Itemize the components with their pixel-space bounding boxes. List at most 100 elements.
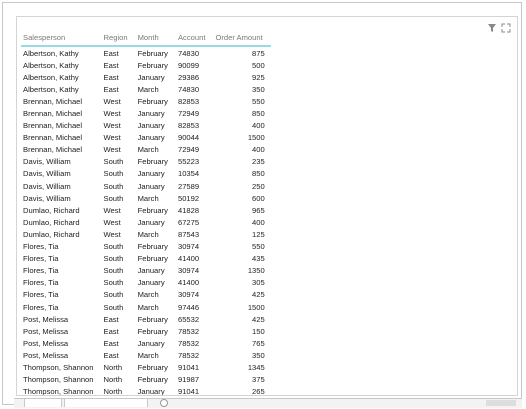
salesperson-cell: Brennan, Michael <box>23 145 83 155</box>
table-row[interactable]: Flores, Tia South February 41400 435 <box>21 253 271 265</box>
table-row[interactable]: Flores, Tia South January 41400 305 <box>21 277 271 289</box>
region-cell: North <box>103 375 123 385</box>
account-cell: 91041 <box>177 387 200 395</box>
table-row[interactable]: Brennan, Michael West March 72949 400 <box>21 144 271 156</box>
order-amount-cell: 1500 <box>247 302 265 312</box>
account-cell: 67275 <box>177 217 200 227</box>
month-cell: January <box>137 109 165 119</box>
column-header-salesperson[interactable]: Salesperson <box>21 29 102 47</box>
order-amount-cell: 550 <box>252 242 265 252</box>
table-row[interactable]: Albertson, Kathy East February 74830 875 <box>21 46 271 59</box>
month-cell: February <box>137 326 168 336</box>
salesperson-cell: Brennan, Michael <box>23 96 83 106</box>
table-row[interactable]: Brennan, Michael West January 90044 1500 <box>21 132 271 144</box>
order-amount-cell: 425 <box>252 290 265 300</box>
column-header-month[interactable]: Month <box>135 29 176 47</box>
table-row[interactable]: Post, Melissa East January 78532 765 <box>21 337 271 349</box>
region-cell: West <box>103 145 121 155</box>
region-cell: East <box>103 60 119 70</box>
region-cell: East <box>103 84 119 94</box>
region-cell: South <box>103 278 124 288</box>
salesperson-cell: Thompson, Shannon <box>23 387 94 395</box>
table-row[interactable]: Flores, Tia South January 30974 1350 <box>21 265 271 277</box>
region-cell: East <box>103 72 119 82</box>
region-cell: East <box>103 338 119 348</box>
month-cell: February <box>137 242 168 252</box>
account-cell: 65532 <box>177 314 200 324</box>
salesperson-cell: Albertson, Kathy <box>23 48 79 58</box>
page-tab[interactable] <box>24 399 62 407</box>
salesperson-cell: Flores, Tia <box>23 302 59 312</box>
tabs-scrollbar[interactable] <box>486 400 516 406</box>
order-amount-cell: 235 <box>252 157 265 167</box>
table-header-row: Salesperson Region Month Account Order Amoun… <box>21 29 271 47</box>
month-cell: March <box>137 84 159 94</box>
table-row[interactable]: Albertson, Kathy East February 90099 500 <box>21 59 271 71</box>
table-row[interactable]: Dumlao, Richard West January 67275 400 <box>21 216 271 228</box>
add-page-icon[interactable] <box>160 399 168 407</box>
account-cell: 10354 <box>177 169 200 179</box>
table-row[interactable]: Flores, Tia South February 30974 550 <box>21 241 271 253</box>
account-cell: 87543 <box>177 229 200 239</box>
region-cell: East <box>103 314 119 324</box>
table-row[interactable]: Davis, William South January 10354 850 <box>21 168 271 180</box>
salesperson-cell: Flores, Tia <box>23 290 59 300</box>
region-cell: South <box>103 254 124 264</box>
account-cell: 41400 <box>177 278 200 288</box>
order-amount-cell: 1500 <box>247 133 265 143</box>
account-cell: 30974 <box>177 266 200 276</box>
table-row[interactable]: Brennan, Michael West January 82853 400 <box>21 120 271 132</box>
table-visual[interactable]: Salesperson Region Month Account Order Amoun… <box>16 16 518 396</box>
region-cell: South <box>103 157 124 167</box>
order-amount-cell: 400 <box>252 217 265 227</box>
month-cell: March <box>137 193 159 203</box>
table-row[interactable]: Albertson, Kathy East March 74830 350 <box>21 83 271 95</box>
table-row[interactable]: Dumlao, Richard West March 87543 125 <box>21 228 271 240</box>
region-cell: South <box>103 290 124 300</box>
month-cell: February <box>137 205 168 215</box>
month-cell: February <box>137 254 168 264</box>
page-tabs-bar <box>14 398 522 408</box>
table-row[interactable]: Post, Melissa East February 65532 425 <box>21 313 271 325</box>
table-row[interactable]: Flores, Tia South March 97446 1500 <box>21 301 271 313</box>
salesperson-cell: Flores, Tia <box>23 278 59 288</box>
account-cell: 82853 <box>177 121 200 131</box>
account-cell: 27589 <box>177 181 200 191</box>
salesperson-cell: Thompson, Shannon <box>23 375 94 385</box>
table-row[interactable]: Davis, William South January 27589 250 <box>21 180 271 192</box>
salesperson-cell: Flores, Tia <box>23 242 59 252</box>
table-row[interactable]: Flores, Tia South March 30974 425 <box>21 289 271 301</box>
salesperson-cell: Davis, William <box>23 193 71 203</box>
table-row[interactable]: Thompson, Shannon North January 91041 265 <box>21 386 271 395</box>
month-cell: March <box>137 302 159 312</box>
month-cell: January <box>137 169 165 179</box>
table-row[interactable]: Albertson, Kathy East January 29386 925 <box>21 71 271 83</box>
table-row[interactable]: Thompson, Shannon North February 91041 1345 <box>21 361 271 373</box>
table-row[interactable]: Post, Melissa East March 78532 350 <box>21 349 271 361</box>
month-cell: February <box>137 157 168 167</box>
table-container[interactable]: Salesperson Region Month Account Order Amoun… <box>21 29 517 395</box>
table-row[interactable]: Dumlao, Richard West February 41828 965 <box>21 204 271 216</box>
account-cell: 91041 <box>177 362 200 372</box>
account-cell: 78532 <box>177 326 200 336</box>
month-cell: January <box>137 133 165 143</box>
salesperson-cell: Flores, Tia <box>23 266 59 276</box>
page-tab[interactable] <box>64 399 148 407</box>
table-row[interactable]: Post, Melissa East February 78532 150 <box>21 325 271 337</box>
order-amount-cell: 850 <box>252 169 265 179</box>
table-row[interactable]: Thompson, Shannon North February 91987 375 <box>21 374 271 386</box>
table-row[interactable]: Brennan, Michael West January 72949 850 <box>21 107 271 119</box>
salesperson-cell: Post, Melissa <box>23 326 69 336</box>
table-row[interactable]: Davis, William South February 55223 235 <box>21 156 271 168</box>
order-amount-cell: 765 <box>252 338 265 348</box>
order-amount-cell: 350 <box>252 84 265 94</box>
salesperson-cell: Brennan, Michael <box>23 133 83 143</box>
salesperson-cell: Thompson, Shannon <box>23 362 94 372</box>
region-cell: South <box>103 302 124 312</box>
column-header-account[interactable]: Account <box>175 29 214 47</box>
region-cell: West <box>103 109 121 119</box>
column-header-order-amount[interactable]: Order Amount <box>213 29 271 47</box>
table-row[interactable]: Brennan, Michael West February 82853 550 <box>21 95 271 107</box>
column-header-region[interactable]: Region <box>101 29 136 47</box>
table-row[interactable]: Davis, William South March 50192 600 <box>21 192 271 204</box>
